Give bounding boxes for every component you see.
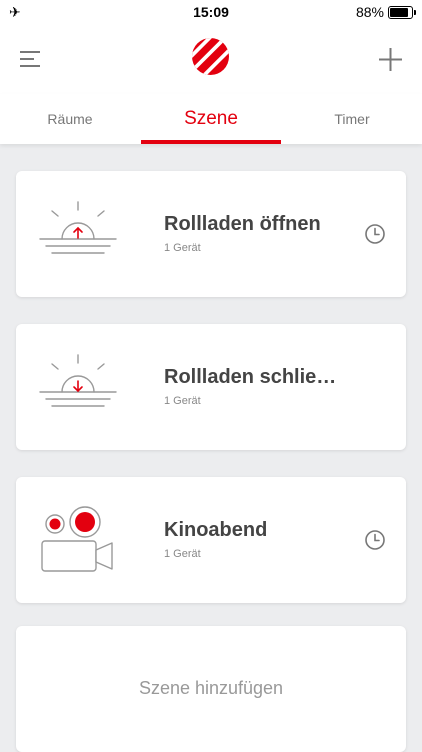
plus-icon[interactable] [379, 48, 402, 71]
add-scene-label: Szene hinzufügen [138, 678, 284, 698]
tab-timer[interactable]: Timer [282, 94, 422, 144]
sunset-icon [39, 354, 117, 407]
header [0, 24, 422, 94]
brand-logo-icon [192, 38, 229, 75]
add-scene-button[interactable]: Szene hinzufügen [16, 626, 406, 752]
sunrise-icon [39, 201, 117, 254]
scene-card-rollladen-oeffnen[interactable]: Rollladen öffnen 1 Gerät [16, 171, 406, 297]
tab-raeume[interactable]: Räume [0, 94, 140, 144]
scene-title: Rollladen öffnen [164, 213, 321, 235]
tab-szene[interactable]: Szene [141, 94, 281, 144]
clock-icon[interactable] [364, 223, 386, 245]
hamburger-menu-icon[interactable] [20, 51, 41, 67]
scene-device-count: 1 Gerät [164, 242, 201, 254]
clock-icon[interactable] [364, 529, 386, 551]
active-tab-indicator [141, 140, 281, 144]
scene-title: Rollladen schlie… [164, 366, 337, 388]
scene-card-rollladen-schliessen[interactable]: Rollladen schlie… 1 Gerät [16, 324, 406, 450]
scene-device-count: 1 Gerät [164, 548, 201, 560]
scene-device-count: 1 Gerät [164, 395, 201, 407]
tab-bar: Räume Szene Timer [0, 94, 422, 144]
battery-icon [388, 6, 416, 19]
battery-percentage: 88% [355, 4, 384, 20]
status-bar: ✈ 15:09 88% [0, 0, 422, 24]
scene-card-kinoabend[interactable]: Kinoabend 1 Gerät [16, 477, 406, 603]
scene-title: Kinoabend [164, 519, 268, 541]
movie-camera-icon [41, 506, 113, 572]
